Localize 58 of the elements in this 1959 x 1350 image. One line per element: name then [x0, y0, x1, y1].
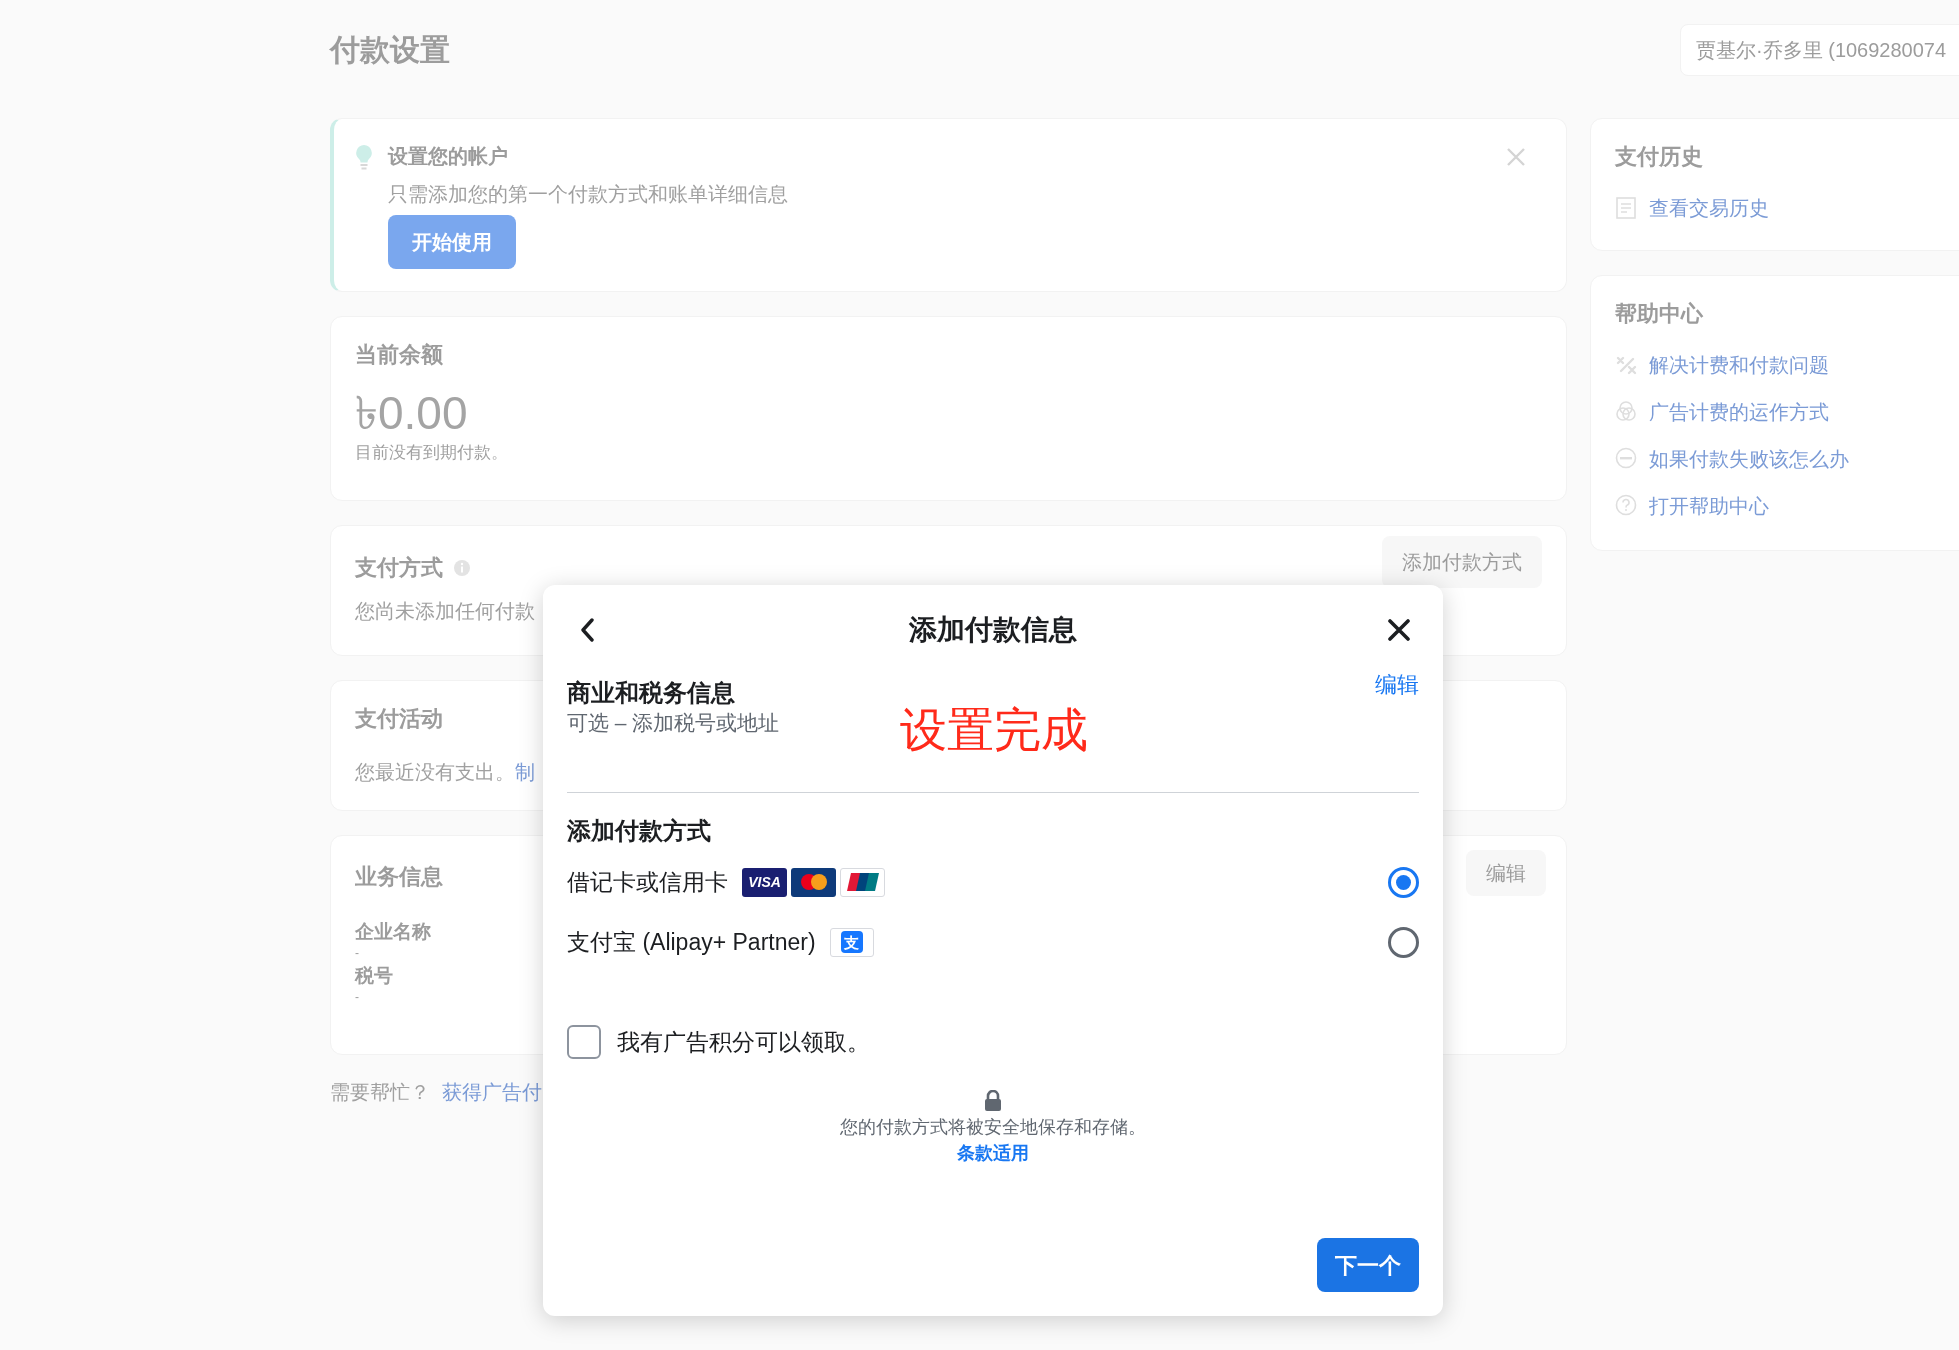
- minus-circle-icon: [1615, 447, 1637, 471]
- field-value: -: [355, 946, 359, 960]
- payment-option-label: 支付宝 (Alipay+ Partner): [567, 927, 816, 957]
- sidebar-link[interactable]: 广告计费的运作方式: [1649, 397, 1829, 427]
- account-selector[interactable]: 贾基尔·乔多里 (1069280074: [1680, 24, 1959, 76]
- next-button[interactable]: 下一个: [1317, 1238, 1419, 1292]
- get-started-button[interactable]: 开始使用: [388, 215, 516, 269]
- visa-logo: VISA: [742, 867, 787, 897]
- radio-button[interactable]: [1388, 866, 1419, 898]
- sidebar-link[interactable]: 如果付款失败该怎么办: [1649, 444, 1849, 474]
- security-note: 您的付款方式将被安全地保存和存储。: [840, 1115, 1146, 1139]
- alipay-mark: 支: [840, 931, 863, 953]
- sidebar-link[interactable]: 解决计费和付款问题: [1649, 350, 1829, 380]
- field-label: 税号: [355, 964, 393, 988]
- dialog-title: 添加付款信息: [909, 613, 1077, 647]
- activity-link[interactable]: 制: [515, 757, 535, 787]
- balance-note: 目前没有到期付款。: [355, 442, 508, 464]
- stripes-icon: [846, 872, 879, 892]
- section-heading: 商业和税务信息: [567, 678, 735, 708]
- close-icon: [1506, 147, 1526, 167]
- field-label: 企业名称: [355, 920, 431, 944]
- sidebar-title: 支付历史: [1615, 143, 1703, 171]
- close-icon: [1388, 619, 1410, 641]
- setup-title: 设置您的帐户: [388, 144, 508, 169]
- empty-text: 您尚未添加任何付款: [355, 599, 535, 624]
- page-title: 付款设置: [330, 32, 451, 68]
- chevron-left-icon: [580, 618, 594, 642]
- sidebar-title: 帮助中心: [1615, 300, 1703, 328]
- setup-description: 只需添加您的第一个付款方式和账单详细信息: [388, 182, 788, 207]
- help-text: 需要帮忙？: [330, 1080, 430, 1105]
- section-heading: 添加付款方式: [567, 816, 711, 846]
- section-title: 业务信息: [355, 863, 443, 891]
- lock-icon: [984, 1089, 1002, 1112]
- section-title: 支付方式: [355, 554, 443, 582]
- radio-button[interactable]: [1388, 926, 1419, 958]
- receipt-icon: [1615, 196, 1637, 220]
- balance-amount: ৳0.00: [355, 386, 468, 441]
- payment-option-label: 借记卡或信用卡: [567, 867, 728, 897]
- section-subtitle: 可选 – 添加税号或地址: [567, 710, 780, 736]
- circles-icon: [798, 873, 829, 891]
- section-title: 支付活动: [355, 705, 443, 733]
- completion-text: 设置完成: [900, 702, 1088, 758]
- edit-link[interactable]: 编辑: [1375, 669, 1419, 701]
- sidebar-link[interactable]: 查看交易历史: [1649, 193, 1769, 223]
- info-icon: [453, 559, 471, 577]
- activity-text: 您最近没有支出。: [355, 760, 515, 785]
- help-icon: [1615, 494, 1637, 518]
- lightbulb-icon: [354, 144, 374, 170]
- section-title: 当前余额: [355, 341, 443, 369]
- field-value: -: [355, 990, 359, 1004]
- add-payment-method-button[interactable]: 添加付款方式: [1382, 536, 1542, 588]
- help-link[interactable]: 获得广告付: [442, 1077, 542, 1107]
- sidebar-link[interactable]: 打开帮助中心: [1649, 491, 1769, 521]
- circles-icon: [1615, 400, 1637, 424]
- edit-button[interactable]: 编辑: [1466, 850, 1546, 896]
- terms-link[interactable]: 条款适用: [957, 1139, 1029, 1166]
- checkbox-label: 我有广告积分可以领取。: [617, 1028, 870, 1057]
- checkbox[interactable]: [567, 1025, 601, 1060]
